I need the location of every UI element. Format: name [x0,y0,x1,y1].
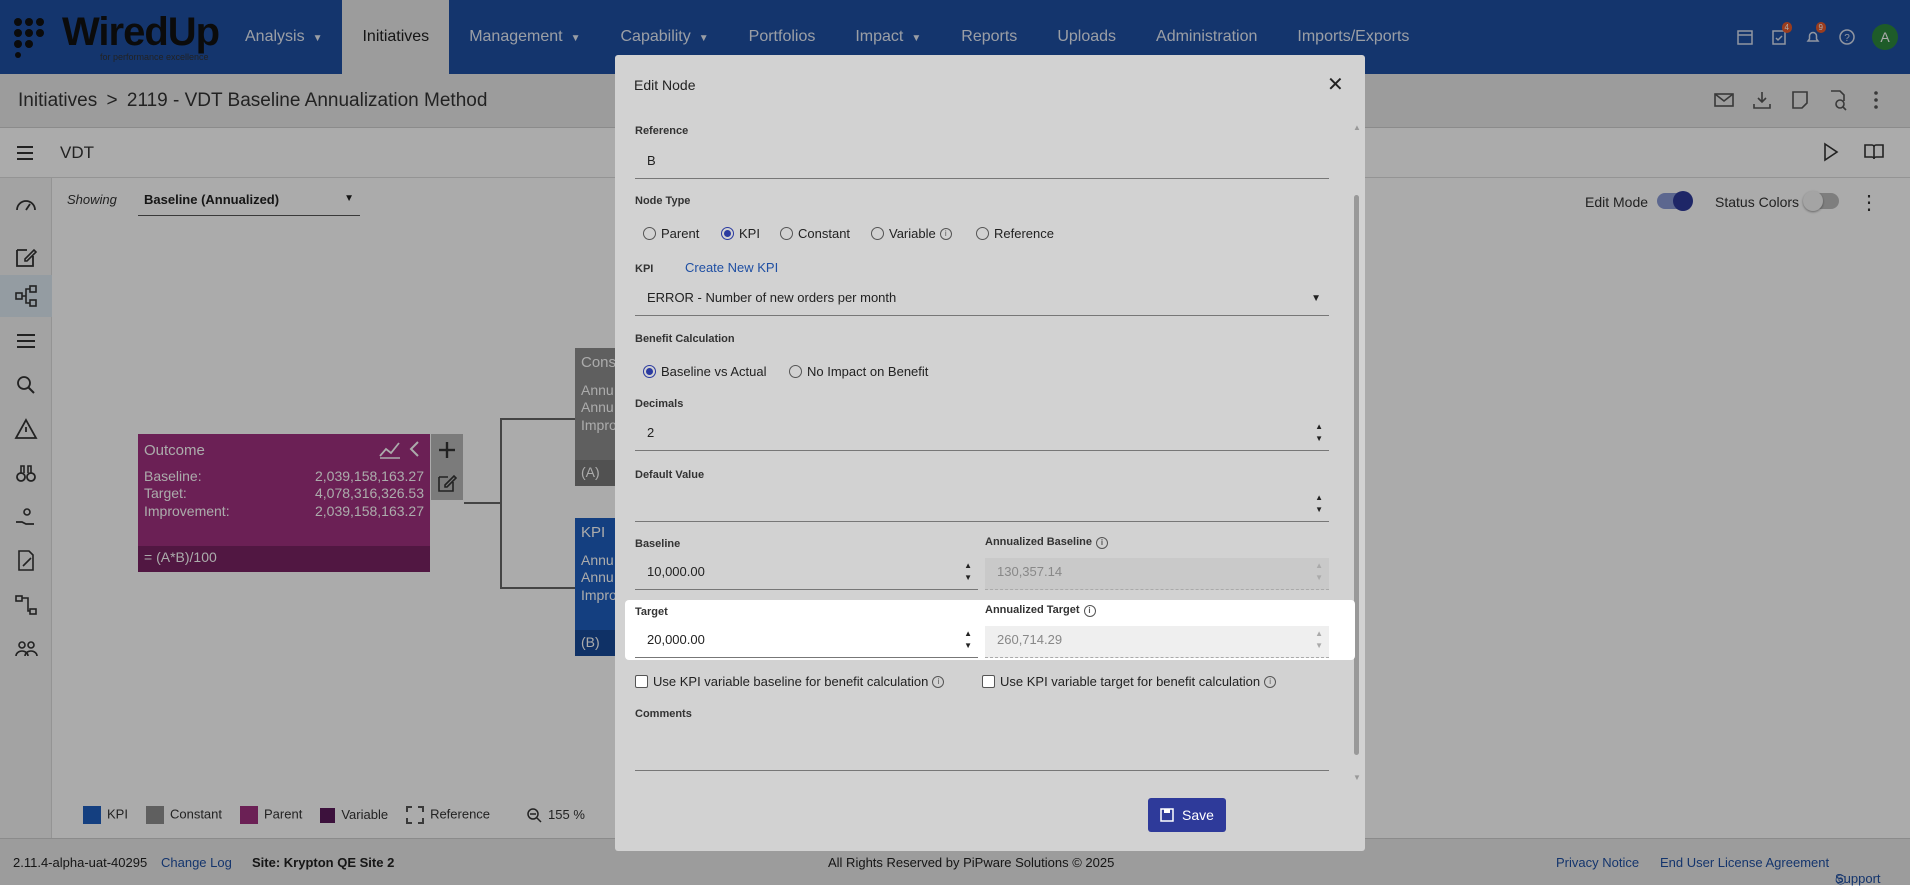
close-icon[interactable]: ✕ [1327,72,1344,97]
scroll-up-icon[interactable]: ▲ [1353,123,1361,132]
use-kpi-target-checkbox[interactable]: Use KPI variable target for benefit calc… [982,674,1277,689]
dialog-scrollbar[interactable]: ▲ ▼ [1352,123,1362,785]
radio-label: Reference [994,226,1054,241]
baseline-value: 10,000.00 [647,564,705,579]
node-type-reference-radio[interactable]: Reference [976,226,1054,241]
dialog-title: Edit Node [634,77,696,93]
benefit-calculation-label: Benefit Calculation [635,333,735,345]
checkbox-box [635,675,648,688]
radio-circle [643,365,656,378]
baseline-field[interactable]: 10,000.00 ▲ ▼ [635,558,978,590]
reference-field[interactable]: B [635,147,1329,179]
annualized-target-value: 260,714.29 [997,632,1063,647]
annualized-target-field: 260,714.29 ▲ ▼ [985,626,1329,658]
chevron-down-icon: ▼ [1311,293,1321,304]
baseline-label: Baseline [635,538,681,550]
info-icon[interactable]: i [1264,675,1277,688]
radio-circle [976,227,989,240]
edit-node-dialog: Edit Node ✕ ▲ ▼ Reference B Node Type Pa… [615,55,1365,851]
node-type-constant-radio[interactable]: Constant [780,226,850,241]
node-type-variable-radio[interactable]: Variable i [871,226,952,241]
kpi-label: KPI [635,263,654,275]
stepper-icon[interactable]: ▲ ▼ [1315,421,1323,445]
stepper-icon: ▲ ▼ [1315,629,1323,650]
radio-circle [643,227,656,240]
create-new-kpi-link[interactable]: Create New KPI [685,260,778,275]
stepper-icon[interactable]: ▲ ▼ [964,628,972,652]
radio-label: Parent [661,226,700,241]
radio-circle [871,227,884,240]
stepper-icon[interactable]: ▲ ▼ [1315,492,1323,516]
kpi-value: ERROR - Number of new orders per month [647,290,897,305]
target-value: 20,000.00 [647,632,705,647]
save-label: Save [1182,807,1214,823]
scroll-thumb[interactable] [1354,195,1359,755]
target-field[interactable]: 20,000.00 ▲ ▼ [635,626,978,658]
default-value-label: Default Value [635,469,705,481]
checkbox-label: Use KPI variable baseline for benefit ca… [653,674,929,689]
stepper-icon[interactable]: ▲ ▼ [964,560,972,584]
node-type-label: Node Type [635,195,691,207]
default-value-field[interactable]: ▲ ▼ [635,490,1329,522]
save-icon [1160,808,1174,822]
annualized-baseline-label: Annualized Baseline i [985,536,1108,549]
radio-label: Variable [889,226,936,241]
use-kpi-baseline-checkbox[interactable]: Use KPI variable baseline for benefit ca… [635,674,945,689]
radio-circle [721,227,734,240]
benefit-baseline-vs-actual-radio[interactable]: Baseline vs Actual [643,364,767,379]
radio-label: KPI [739,226,760,241]
radio-circle [789,365,802,378]
scroll-down-icon[interactable]: ▼ [1353,773,1361,782]
annualized-baseline-field: 130,357.14 ▲ ▼ [985,558,1329,590]
save-button[interactable]: Save [1148,798,1226,832]
node-type-parent-radio[interactable]: Parent [643,226,699,241]
decimals-value: 2 [647,425,655,440]
comments-field[interactable] [635,727,1329,771]
radio-circle [780,227,793,240]
info-icon[interactable]: i [1083,605,1096,617]
annualized-baseline-value: 130,357.14 [997,564,1063,579]
annualized-baseline-text: Annualized Baseline [985,536,1092,548]
benefit-no-impact-radio[interactable]: No Impact on Benefit [789,364,928,379]
comments-label: Comments [635,708,692,720]
checkbox-box [982,675,995,688]
decimals-label: Decimals [635,398,684,410]
checkbox-label: Use KPI variable target for benefit calc… [1000,674,1261,689]
info-icon[interactable]: i [1095,537,1108,549]
target-label: Target [635,606,668,618]
reference-label: Reference [635,125,689,137]
radio-label: No Impact on Benefit [807,364,929,379]
radio-label: Baseline vs Actual [661,364,767,379]
node-type-kpi-radio[interactable]: KPI [721,226,760,241]
stepper-icon: ▲ ▼ [1315,561,1323,582]
annualized-target-text: Annualized Target [985,604,1080,616]
radio-label: Constant [798,226,851,241]
info-icon[interactable]: i [939,227,952,240]
annualized-target-label: Annualized Target i [985,604,1096,617]
kpi-select[interactable]: ERROR - Number of new orders per month ▼ [635,284,1329,316]
info-icon[interactable]: i [932,675,945,688]
decimals-field[interactable]: 2 ▲ ▼ [635,419,1329,451]
